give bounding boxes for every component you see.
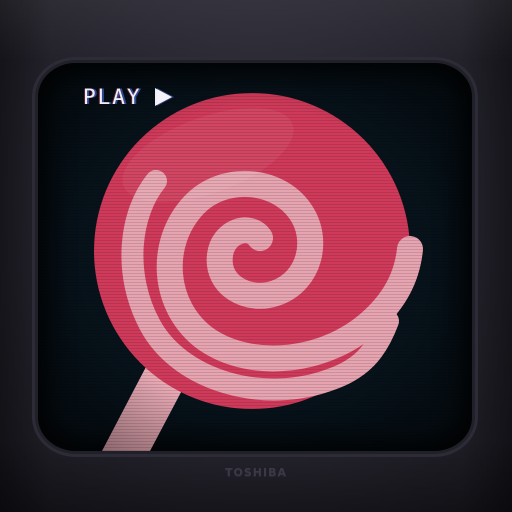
play-icon [152,86,174,108]
lollipop-illustration [94,93,423,451]
tv-screen: PLAY [38,63,472,451]
osd-play-label: PLAY [83,85,142,109]
tv-frame: PLAY TOSHIBA [0,0,512,512]
tv-brand-logo: TOSHIBA [225,466,287,479]
vcr-osd: PLAY [83,85,174,109]
